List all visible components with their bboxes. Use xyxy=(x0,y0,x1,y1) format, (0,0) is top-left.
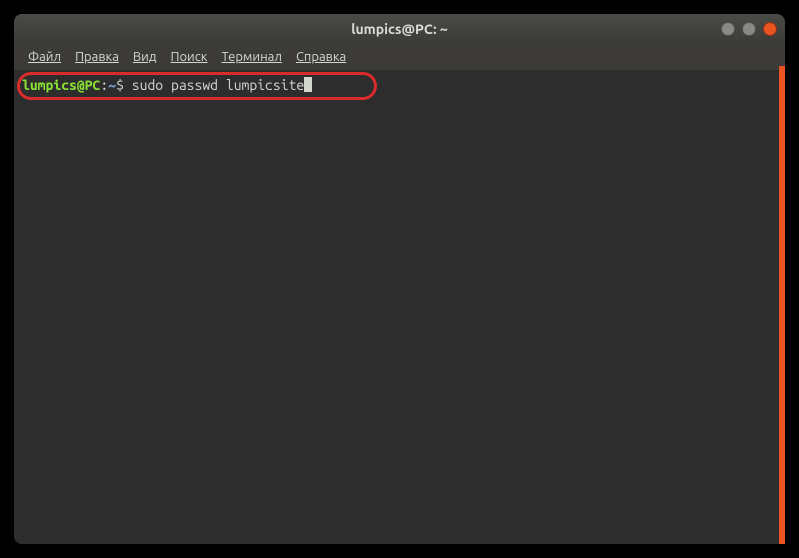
window-controls xyxy=(721,22,777,36)
menu-help[interactable]: Справка xyxy=(290,48,352,66)
menu-edit[interactable]: Правка xyxy=(69,48,125,66)
terminal-window: lumpics@PC: ~ Файл Правка Вид Поиск Терм… xyxy=(14,14,785,544)
menu-file[interactable]: Файл xyxy=(22,48,67,66)
maximize-button[interactable] xyxy=(742,22,756,36)
cursor-icon xyxy=(304,77,312,92)
right-edge-strip xyxy=(779,66,785,544)
close-button[interactable] xyxy=(763,22,777,36)
menu-terminal[interactable]: Терминал xyxy=(215,48,287,66)
window-title: lumpics@PC: ~ xyxy=(351,21,448,37)
terminal-body[interactable]: lumpics@PC:~$ sudo passwd lumpicsite xyxy=(14,70,785,544)
menu-search[interactable]: Поиск xyxy=(164,48,213,66)
menu-view[interactable]: Вид xyxy=(127,48,163,66)
titlebar: lumpics@PC: ~ xyxy=(14,14,785,44)
prompt-line: lumpics@PC:~$ sudo passwd lumpicsite xyxy=(22,76,777,94)
menubar: Файл Правка Вид Поиск Терминал Справка xyxy=(14,44,785,70)
minimize-button[interactable] xyxy=(721,22,735,36)
prompt-path: ~ xyxy=(108,77,116,93)
prompt-dollar: $ xyxy=(116,77,132,93)
command-text: sudo passwd lumpicsite xyxy=(132,77,304,93)
prompt-user-host: lumpics@PC xyxy=(22,77,100,93)
